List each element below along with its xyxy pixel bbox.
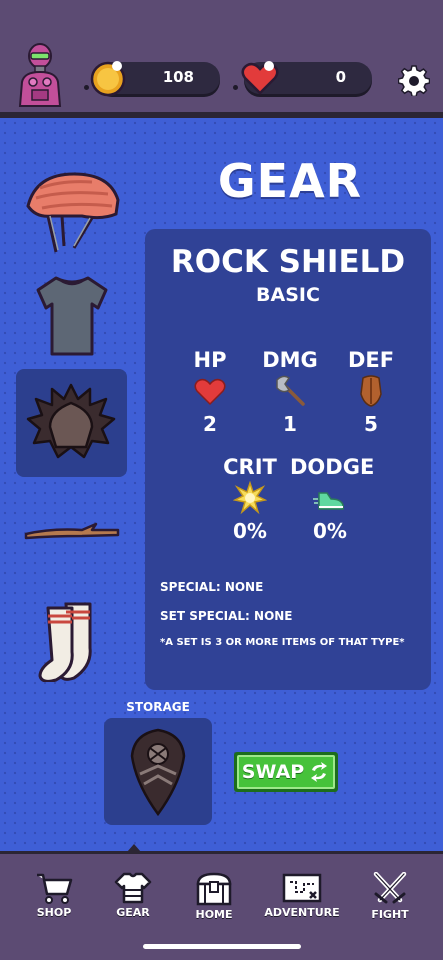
equipment-slot-shirt[interactable] bbox=[18, 264, 126, 364]
heart-dot bbox=[233, 85, 238, 90]
gear-icon[interactable] bbox=[398, 64, 430, 96]
nav-adventure[interactable]: ADVENTURE bbox=[262, 872, 342, 919]
heart-count: 0 bbox=[335, 68, 346, 86]
stat-crit-value: 0% bbox=[233, 519, 267, 543]
set-note-text: *A SET IS 3 OR MORE ITEMS OF THAT TYPE* bbox=[160, 637, 405, 648]
nav-gear[interactable]: GEAR bbox=[93, 872, 173, 919]
stat-hp-label: HP bbox=[193, 348, 227, 372]
stat-crit: CRIT 0% bbox=[210, 455, 290, 543]
stat-dmg-label: DMG bbox=[262, 348, 318, 372]
stat-def-label: DEF bbox=[347, 348, 395, 372]
spiky-shield-icon bbox=[26, 383, 116, 459]
stat-dmg: DMG 1 bbox=[250, 348, 330, 436]
player-avatar[interactable] bbox=[14, 42, 66, 108]
sneaker-icon bbox=[313, 492, 344, 510]
storage-label: STORAGE bbox=[126, 700, 190, 714]
storage-slot[interactable] bbox=[104, 718, 212, 825]
stick-icon bbox=[24, 522, 120, 540]
equipment-slot-socks[interactable] bbox=[18, 588, 126, 688]
nav-home[interactable]: HOME bbox=[174, 872, 254, 921]
nav-adventure-label: ADVENTURE bbox=[264, 906, 340, 919]
home-indicator bbox=[143, 944, 301, 949]
item-name: ROCK SHIELD bbox=[170, 244, 406, 280]
shirt-icon bbox=[36, 276, 108, 356]
stat-dodge: DODGE 0% bbox=[290, 455, 375, 543]
equipment-slot-weapon[interactable] bbox=[18, 484, 126, 580]
nav-fight-label: FIGHT bbox=[371, 908, 409, 921]
nav-gear-label: GEAR bbox=[116, 906, 150, 919]
coin-count: 108 bbox=[162, 68, 194, 86]
crossed-swords-icon bbox=[373, 872, 407, 904]
stat-def-value: 5 bbox=[364, 412, 378, 436]
cart-icon bbox=[37, 873, 73, 904]
swap-arrows-icon bbox=[311, 762, 328, 782]
swap-button-label: SWAP bbox=[241, 761, 305, 783]
stat-def: DEF 5 bbox=[331, 348, 411, 436]
swap-button[interactable]: SWAP bbox=[234, 752, 338, 792]
kite-shield-icon bbox=[130, 728, 186, 816]
nav-shop-label: SHOP bbox=[36, 906, 72, 919]
chest-icon bbox=[196, 872, 232, 906]
map-icon bbox=[282, 873, 322, 903]
equipment-slot-helmet[interactable] bbox=[18, 160, 126, 256]
shield-icon bbox=[360, 375, 382, 407]
equipment-slot-shield[interactable] bbox=[16, 369, 127, 477]
burst-icon bbox=[233, 481, 267, 515]
top-bar bbox=[0, 0, 443, 112]
special-text: SPECIAL: NONE bbox=[160, 580, 264, 594]
stat-dodge-label: DODGE bbox=[290, 455, 375, 479]
helmet-icon bbox=[26, 172, 120, 253]
stat-crit-label: CRIT bbox=[223, 455, 277, 479]
coin-icon bbox=[90, 61, 126, 97]
stat-hp-value: 2 bbox=[203, 412, 217, 436]
axe-icon bbox=[276, 375, 305, 406]
nav-shop[interactable]: SHOP bbox=[14, 872, 94, 919]
heart-icon bbox=[241, 61, 279, 95]
heart-icon bbox=[194, 378, 226, 406]
armor-icon bbox=[114, 872, 152, 904]
stat-hp: HP 2 bbox=[170, 348, 250, 436]
set-special-text: SET SPECIAL: NONE bbox=[160, 609, 293, 623]
stat-dmg-value: 1 bbox=[283, 412, 297, 436]
page-title: GEAR bbox=[217, 154, 363, 208]
item-rarity: BASIC bbox=[256, 284, 320, 306]
stat-dodge-value: 0% bbox=[313, 519, 347, 543]
nav-fight[interactable]: FIGHT bbox=[350, 872, 430, 921]
nav-home-label: HOME bbox=[195, 908, 233, 921]
socks-icon bbox=[38, 602, 92, 682]
